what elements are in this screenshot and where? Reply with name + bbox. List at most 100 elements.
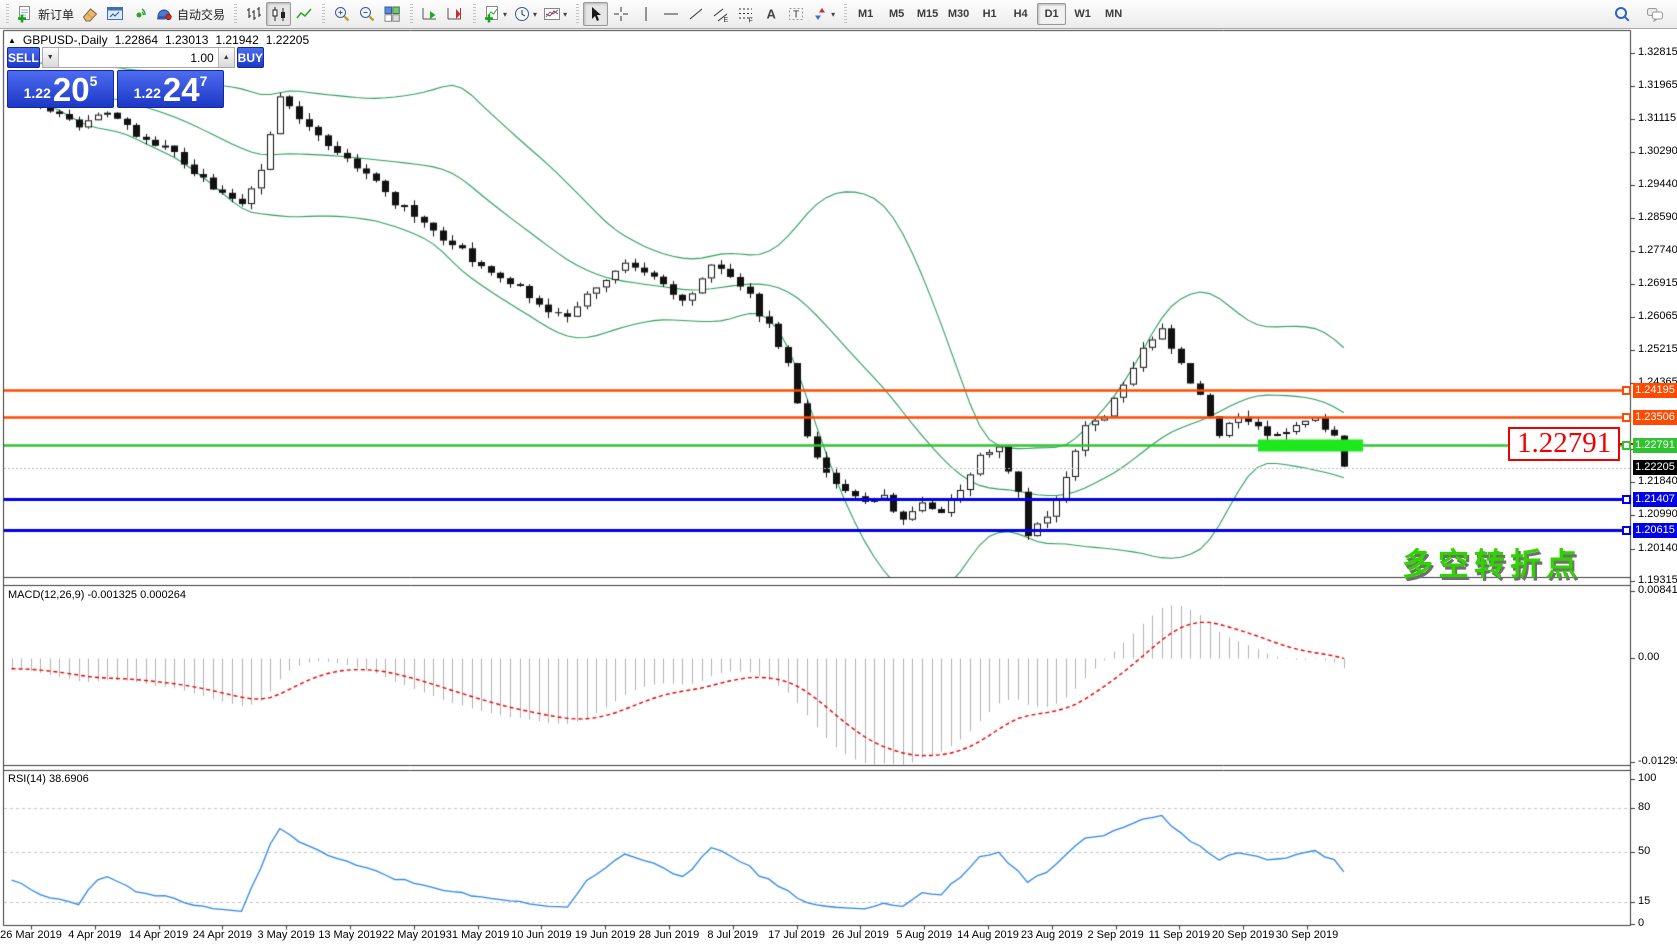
pivot-price-callout[interactable]: 1.22791 [1508, 427, 1620, 461]
templates-button[interactable]: ▾ [540, 2, 570, 26]
zoom-out-icon [358, 5, 376, 23]
vertical-line-icon [637, 5, 655, 23]
zoom-out-button[interactable] [354, 2, 379, 26]
new-order-label: 新订单 [38, 6, 74, 23]
trade-group: 新订单 自动交易 [0, 0, 228, 28]
buy-price-figure: 1.22 [134, 85, 161, 101]
toolbar-gripper [6, 4, 9, 24]
dropdown-arrow-icon: ▾ [503, 10, 507, 19]
new-chart-button[interactable] [102, 2, 127, 26]
text-tool-button[interactable]: A [758, 2, 783, 26]
chart-shift-button[interactable] [442, 2, 467, 26]
new-chart-icon [106, 5, 124, 23]
chat-button[interactable] [1642, 2, 1667, 26]
timeframe-m30[interactable]: M30 [944, 3, 973, 25]
eraser-icon [81, 5, 99, 23]
crosshair-icon [612, 5, 630, 23]
toolbar-gripper [410, 4, 413, 24]
channel-tool-button[interactable]: E [708, 2, 733, 26]
trendline-tool-button[interactable] [683, 2, 708, 26]
fibonacci-icon: F [737, 5, 755, 23]
line-chart-button[interactable] [291, 2, 316, 26]
search-icon [1613, 5, 1631, 23]
search-button[interactable] [1609, 2, 1634, 26]
bar-chart-button[interactable] [241, 2, 266, 26]
indicators-button[interactable]: ▾ [480, 2, 510, 26]
svg-text:T: T [793, 10, 799, 21]
toolbar-gripper [844, 4, 847, 24]
timeframe-m15[interactable]: M15 [913, 3, 942, 25]
timeframe-w1[interactable]: W1 [1068, 3, 1097, 25]
dropdown-arrow-icon: ▾ [563, 10, 567, 19]
autotrading-label: 自动交易 [177, 6, 225, 23]
clock-icon [513, 5, 531, 23]
zoom-group [316, 0, 404, 28]
timeframe-mn[interactable]: MN [1099, 3, 1128, 25]
tile-windows-button[interactable] [379, 2, 404, 26]
svg-text:F: F [748, 18, 752, 24]
chart-shift-icon [446, 5, 464, 23]
drawing-tools-group: E F A T ▾ [570, 0, 838, 28]
vertical-line-tool-button[interactable] [633, 2, 658, 26]
template-icon [543, 5, 561, 23]
volume-input[interactable] [59, 48, 218, 67]
periods-button[interactable]: ▾ [510, 2, 540, 26]
new-order-icon [16, 5, 34, 23]
horizontal-line-icon [662, 5, 680, 23]
timeframe-d1[interactable]: D1 [1037, 3, 1066, 25]
toolbar-right-group [1609, 2, 1677, 26]
scroll-group [404, 0, 467, 28]
eraser-button[interactable] [77, 2, 102, 26]
toolbar-gripper [322, 4, 325, 24]
text-label-tool-button[interactable]: T [783, 2, 808, 26]
timeframe-h1[interactable]: H1 [975, 3, 1004, 25]
sell-price-pips: 20 [53, 75, 90, 105]
text-tool-icon: A [762, 5, 780, 23]
new-order-button[interactable]: 新订单 [13, 2, 77, 26]
indicators-icon [483, 5, 501, 23]
buy-price[interactable]: 1.22 24 7 [117, 70, 224, 108]
toolbar-gripper [234, 4, 237, 24]
timeframe-m1[interactable]: M1 [851, 3, 880, 25]
candlestick-chart-button[interactable] [266, 2, 291, 26]
toolbar: 新订单 自动交易 [0, 0, 1677, 29]
chat-icon [1646, 5, 1664, 23]
volume-increase-button[interactable]: ▲ [218, 48, 234, 67]
zoom-in-button[interactable] [329, 2, 354, 26]
chart-annotation[interactable]: 多空转折点 [1402, 539, 1582, 584]
zoom-in-icon [333, 5, 351, 23]
dropdown-arrow-icon: ▾ [533, 10, 537, 19]
autotrading-button[interactable]: 自动交易 [152, 2, 228, 26]
signals-button[interactable] [127, 2, 152, 26]
sell-price[interactable]: 1.22 20 5 [7, 70, 114, 108]
volume-stepper: ▼ ▲ [42, 47, 235, 68]
sell-price-point: 5 [90, 73, 98, 89]
timeframe-h4[interactable]: H4 [1006, 3, 1035, 25]
volume-decrease-button[interactable]: ▼ [43, 48, 59, 67]
crosshair-button[interactable] [608, 2, 633, 26]
horizontal-line-tool-button[interactable] [658, 2, 683, 26]
timeframe-m5[interactable]: M5 [882, 3, 911, 25]
chart-canvas[interactable] [0, 0, 1677, 951]
arrows-tool-button[interactable]: ▾ [808, 2, 838, 26]
fibonacci-tool-button[interactable]: F [733, 2, 758, 26]
equidistant-channel-icon: E [712, 5, 730, 23]
cursor-icon [587, 5, 605, 23]
buy-button[interactable]: BUY [237, 47, 264, 68]
toolbar-gripper [473, 4, 476, 24]
line-chart-icon [295, 5, 313, 23]
autotrading-icon [155, 5, 173, 23]
toolbar-gripper [576, 4, 579, 24]
timeframes-group: M1M5M15M30H1H4D1W1MN [838, 0, 1128, 28]
svg-text:A: A [766, 7, 776, 22]
auto-scroll-button[interactable] [417, 2, 442, 26]
collapse-panel-arrow-icon[interactable]: ▲ [8, 36, 16, 45]
dropdown-arrow-icon: ▾ [831, 10, 835, 19]
buy-price-pips: 24 [163, 75, 200, 105]
text-label-icon: T [787, 5, 805, 23]
auto-scroll-icon [421, 5, 439, 23]
arrow-objects-icon [811, 5, 829, 23]
cursor-button[interactable] [583, 2, 608, 26]
sell-button[interactable]: SELL [7, 47, 40, 68]
chart-type-group [228, 0, 316, 28]
